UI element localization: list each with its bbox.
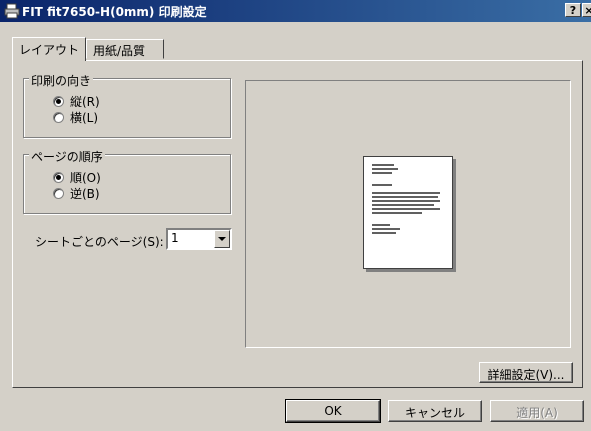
apply-button[interactable]: 適用(A) [490, 400, 584, 422]
orientation-portrait-option[interactable]: 縦(R) [53, 94, 100, 109]
cancel-button[interactable]: キャンセル [388, 400, 482, 422]
page-order-reverse-radio[interactable] [53, 187, 64, 199]
close-button[interactable]: × [582, 3, 591, 17]
layout-preview [245, 80, 571, 348]
pages-per-sheet-select[interactable]: 1 [166, 228, 232, 250]
page-order-reverse-option[interactable]: 逆(B) [53, 186, 100, 201]
pages-per-sheet-value: 1 [171, 231, 179, 245]
tab-layout[interactable]: レイアウト [12, 37, 86, 61]
orientation-portrait-label: 縦(R) [70, 94, 100, 109]
orientation-landscape-radio[interactable] [53, 111, 64, 123]
page-order-forward-label: 順(O) [70, 170, 101, 185]
dropdown-arrow-icon[interactable] [214, 230, 230, 248]
tab-panel-layout: 印刷の向き 縦(R) 横(L) ページの順序 順(O) 逆(B) シートごとのペ… [12, 60, 583, 388]
orientation-landscape-label: 横(L) [70, 110, 99, 125]
page-order-group-label: ページの順序 [29, 148, 105, 165]
page-order-forward-option[interactable]: 順(O) [53, 170, 101, 185]
orientation-landscape-option[interactable]: 横(L) [53, 110, 99, 125]
help-button[interactable]: ? [565, 3, 581, 17]
window-title: FIT fit7650-H(0mm) 印刷設定 [22, 5, 207, 19]
advanced-button[interactable]: 詳細設定(V)... [479, 362, 573, 383]
orientation-group-label: 印刷の向き [29, 72, 94, 89]
orientation-portrait-radio[interactable] [53, 95, 64, 107]
tab-paper-quality[interactable]: 用紙/品質 [86, 39, 164, 59]
page-preview-icon [363, 156, 453, 269]
page-order-reverse-label: 逆(B) [70, 186, 100, 201]
page-order-forward-radio[interactable] [53, 171, 64, 183]
printer-icon [4, 3, 20, 19]
title-bar: FIT fit7650-H(0mm) 印刷設定 ? × [0, 0, 591, 22]
ok-button[interactable]: OK [285, 399, 381, 423]
pages-per-sheet-label: シートごとのページ(S): [35, 235, 164, 249]
